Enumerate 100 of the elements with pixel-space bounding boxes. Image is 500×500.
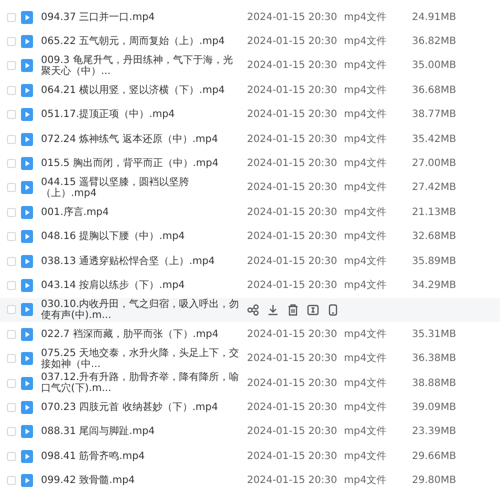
file-size: 24.91MB <box>412 10 458 25</box>
file-size: 35.42MB <box>412 132 458 147</box>
file-type: mp4文件 <box>344 58 388 74</box>
checkbox[interactable] <box>7 256 16 266</box>
modified-date: 2024-01-15 20:30 <box>247 84 338 98</box>
modified-date: 2024-01-15 20:30 <box>247 376 338 391</box>
modified-date: 2024-01-15 20:30 <box>247 10 338 25</box>
file-size: 38.88MB <box>412 376 458 391</box>
file-size: 35.89MB <box>412 254 458 269</box>
checkbox[interactable] <box>7 37 16 46</box>
file-name[interactable]: 030.10.内收丹田，气之归宿，吸入呼出，勿使有声(中).m... <box>41 298 241 321</box>
file-type: mp4文件 <box>344 474 388 488</box>
modified-date: 2024-01-15 20:30 <box>247 278 338 293</box>
file-name[interactable]: 043.14 按肩以练步（下）.mp4 <box>41 280 241 291</box>
file-type: mp4文件 <box>344 156 388 172</box>
file-size: 27.00MB <box>412 157 458 172</box>
modified-date: 2024-01-15 20:30 <box>247 425 338 440</box>
file-size: 23.39MB <box>412 425 458 440</box>
checkbox[interactable] <box>7 476 16 486</box>
modified-date: 2024-01-15 20:30 <box>247 474 338 488</box>
file-name[interactable]: 001.序言.mp4 <box>41 206 241 218</box>
video-file-icon <box>21 132 33 146</box>
file-size: 21.13MB <box>412 206 458 220</box>
checkbox[interactable] <box>7 183 16 192</box>
checkbox[interactable] <box>7 402 16 412</box>
checkbox[interactable] <box>7 134 16 144</box>
checkbox[interactable] <box>7 354 16 364</box>
modified-date: 2024-01-15 20:30 <box>247 108 338 122</box>
modified-date: 2024-01-15 20:30 <box>247 206 338 220</box>
video-file-icon <box>21 352 33 366</box>
file-name[interactable]: 038.13 通透穿贴松悍合坚（上）.mp4 <box>41 256 241 267</box>
file-row-highlight[interactable]: 030.10.内收丹田，气之归宿，吸入呼出，勿使有声(中).m... <box>0 298 500 322</box>
file-type: mp4文件 <box>344 328 388 342</box>
video-file-icon <box>21 450 33 463</box>
checkbox[interactable] <box>7 159 16 168</box>
phone-icon[interactable] <box>327 304 339 316</box>
file-type: mp4文件 <box>344 424 388 440</box>
file-name[interactable]: 094.37 三口并一口.mp4 <box>41 12 241 23</box>
file-type: mp4文件 <box>344 278 388 293</box>
checkbox[interactable] <box>7 452 16 461</box>
file-name[interactable]: 098.41 筋骨齐鸣.mp4 <box>41 450 241 462</box>
video-file-icon <box>21 35 33 48</box>
file-size: 36.38MB <box>412 352 458 366</box>
video-file-icon <box>21 425 33 438</box>
share-icon[interactable] <box>247 304 259 316</box>
video-file-icon <box>21 376 33 390</box>
file-name[interactable]: 072.24 炼神练气 返本还原（中）.mp4 <box>41 134 241 145</box>
file-type: mp4文件 <box>344 254 388 269</box>
checkbox[interactable] <box>7 208 16 217</box>
file-name[interactable]: 022.7 裆深而藏，肋平而张（下）.mp4 <box>41 328 241 340</box>
checkbox[interactable] <box>7 280 16 290</box>
video-file-icon <box>21 181 33 194</box>
modified-date: 2024-01-15 20:30 <box>247 35 338 50</box>
checkbox[interactable] <box>7 110 16 120</box>
checkbox[interactable] <box>7 86 16 95</box>
file-size: 35.31MB <box>412 328 458 342</box>
file-name[interactable]: 075.25 天地交泰，水升火降，头足上下，交接如神（中... <box>41 348 241 370</box>
download-icon[interactable] <box>267 304 279 316</box>
file-name[interactable]: 044.15 遥臂以坚膝，圆裆以坚胯（上）.mp4 <box>41 176 241 199</box>
file-name[interactable]: 070.23 四肢元首 收纳甚妙（下）.mp4 <box>41 402 241 413</box>
file-type: mp4文件 <box>344 180 388 196</box>
file-name[interactable]: 064.21 横以用竖，竖以济横（下）.mp4 <box>41 84 241 96</box>
checkbox[interactable] <box>7 61 16 70</box>
file-type: mp4文件 <box>344 230 388 244</box>
modified-date: 2024-01-15 20:30 <box>247 328 338 342</box>
delete-icon[interactable] <box>287 304 299 316</box>
file-name[interactable]: 015.5 胸出而闭，背平而正（中）.mp4 <box>41 158 241 170</box>
file-size: 35.00MB <box>412 59 458 74</box>
text-icon[interactable] <box>307 304 319 316</box>
checkbox[interactable] <box>7 330 16 339</box>
file-type: mp4文件 <box>344 108 388 122</box>
video-file-icon <box>21 59 33 72</box>
file-name[interactable]: 051.17.提顶正项（中）.mp4 <box>41 109 241 120</box>
modified-date: 2024-01-15 20:30 <box>247 254 338 269</box>
checkbox[interactable] <box>7 232 16 242</box>
file-name[interactable]: 009.3 龟尾升气，丹田练神，气下于海，光聚天心（中）... <box>41 54 241 77</box>
file-type: mp4文件 <box>344 376 388 391</box>
file-type: mp4文件 <box>344 10 388 25</box>
file-type: mp4文件 <box>344 450 388 464</box>
modified-date: 2024-01-15 20:30 <box>247 230 338 244</box>
file-type: mp4文件 <box>344 84 388 98</box>
file-name[interactable]: 099.42 致骨髓.mp4 <box>41 475 241 486</box>
video-file-icon <box>21 230 33 244</box>
file-type: mp4文件 <box>344 400 388 415</box>
file-size: 29.80MB <box>412 474 458 488</box>
file-name[interactable]: 065.22 五气朝元，周而复始（上）.mp4 <box>41 36 241 48</box>
checkbox[interactable] <box>7 427 16 436</box>
modified-date: 2024-01-15 20:30 <box>247 400 338 415</box>
checkbox[interactable] <box>7 12 16 22</box>
file-size: 38.77MB <box>412 108 458 122</box>
video-file-icon <box>21 400 33 414</box>
video-file-icon <box>21 474 33 488</box>
checkbox[interactable] <box>7 305 16 314</box>
file-name[interactable]: 088.31 尾闾与脚趾.mp4 <box>41 426 241 438</box>
video-file-icon <box>21 10 33 24</box>
checkbox[interactable] <box>7 378 16 388</box>
file-name[interactable]: 037.12.升有升路，肋骨齐举，降有降所，喻口气穴(下).m... <box>41 372 241 394</box>
file-name[interactable]: 048.16 提胸以下腰（中）.mp4 <box>41 231 241 242</box>
modified-date: 2024-01-15 20:30 <box>247 59 338 74</box>
modified-date: 2024-01-15 20:30 <box>247 157 338 172</box>
